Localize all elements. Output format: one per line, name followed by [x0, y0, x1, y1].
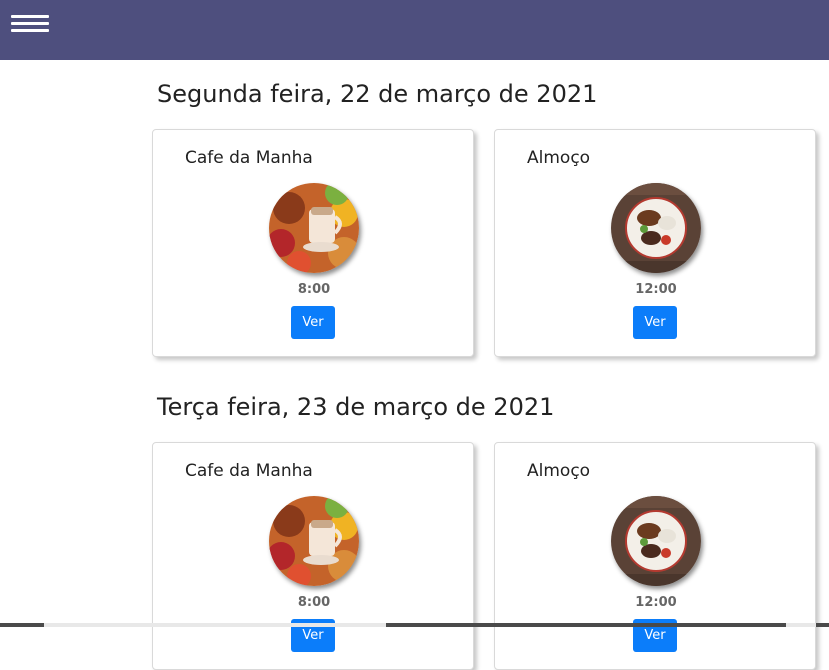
meal-card-lunch: Almoço 12:00 Ver — [494, 129, 816, 357]
breakfast-image — [269, 496, 359, 586]
breakfast-image — [269, 183, 359, 273]
meal-name: Cafe da Manha — [185, 148, 313, 168]
ver-button[interactable]: Ver — [291, 306, 335, 339]
menu-line — [11, 29, 49, 32]
day-title: Terça feira, 23 de março de 2021 — [157, 393, 555, 421]
meal-time: 12:00 — [635, 595, 677, 610]
menu-line — [11, 22, 49, 25]
meal-card-lunch: Almoço 12:00 Ver — [494, 442, 816, 670]
meal-name: Cafe da Manha — [185, 461, 313, 481]
hamburger-menu-icon[interactable] — [11, 15, 49, 37]
day-title: Segunda feira, 22 de março de 2021 — [157, 80, 598, 108]
meal-time: 12:00 — [635, 282, 677, 297]
meal-time: 8:00 — [297, 282, 331, 297]
lunch-image — [611, 183, 701, 273]
lunch-image — [611, 496, 701, 586]
meal-name: Almoço — [527, 148, 591, 168]
ver-button[interactable]: Ver — [633, 306, 677, 339]
meal-name: Almoço — [527, 461, 591, 481]
meal-card-breakfast: Cafe da Manha 8:00 Ver — [152, 442, 474, 670]
meal-time: 8:00 — [297, 595, 331, 610]
window-bottom-edge — [0, 623, 829, 627]
top-navbar — [0, 0, 829, 60]
bottom-edge-segment — [786, 623, 816, 627]
menu-line — [11, 15, 49, 18]
bottom-edge-segment — [44, 623, 386, 627]
meal-card-breakfast: Cafe da Manha 8:00 Ver — [152, 129, 474, 357]
